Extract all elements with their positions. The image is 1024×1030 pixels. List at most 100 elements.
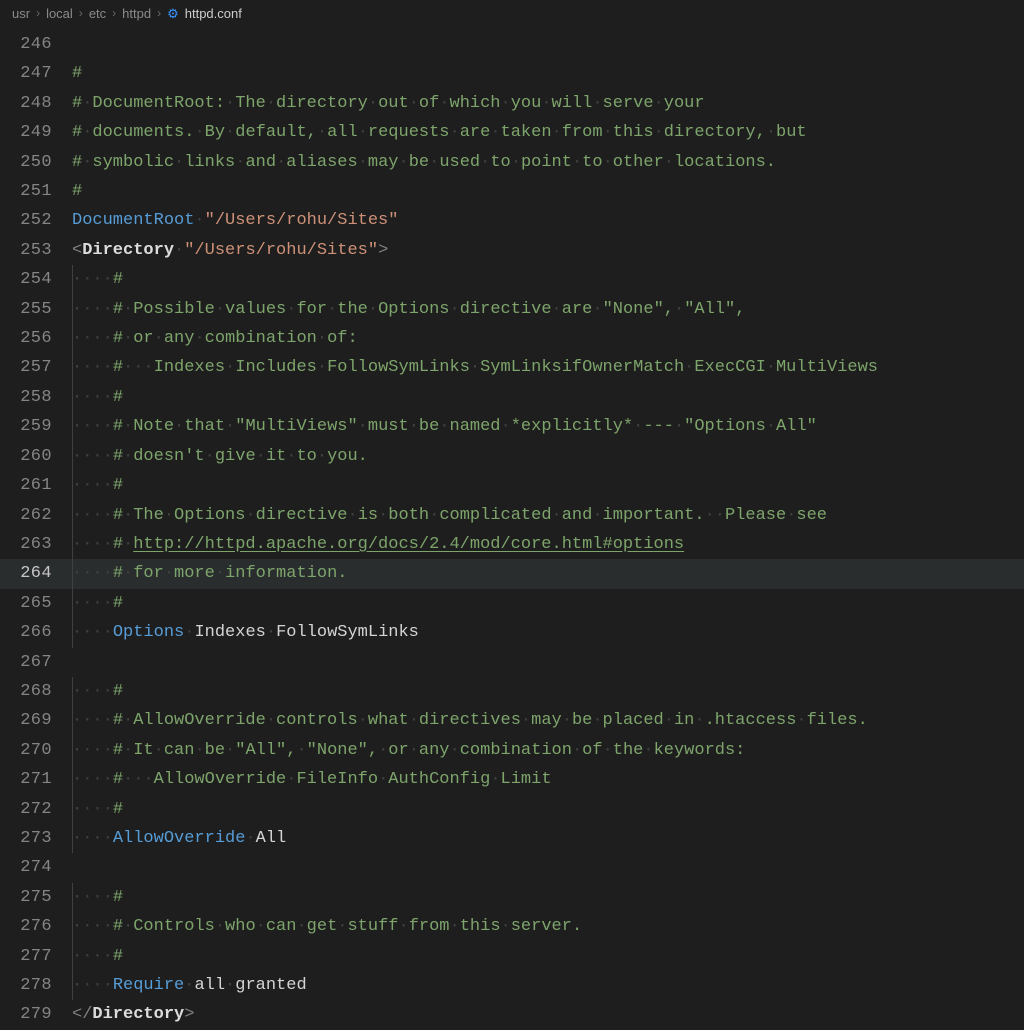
line-number[interactable]: 278 — [0, 971, 72, 1000]
code-line[interactable]: 278····Require·all·granted — [0, 971, 1024, 1000]
code-content[interactable]: ····#·doesn't·give·it·to·you. — [72, 442, 368, 471]
line-number[interactable]: 256 — [0, 324, 72, 353]
code-line[interactable]: 260····#·doesn't·give·it·to·you. — [0, 442, 1024, 471]
breadcrumb-item[interactable]: local — [46, 6, 73, 21]
line-number[interactable]: 254 — [0, 265, 72, 294]
line-number[interactable]: 260 — [0, 442, 72, 471]
line-number[interactable]: 277 — [0, 942, 72, 971]
code-content[interactable]: ····#·AllowOverride·controls·what·direct… — [72, 706, 868, 735]
line-number[interactable]: 265 — [0, 589, 72, 618]
code-content[interactable]: #·DocumentRoot:·The·directory·out·of·whi… — [72, 89, 705, 118]
code-content[interactable]: ····#·Note·that·"MultiViews"·must·be·nam… — [72, 412, 817, 441]
line-number[interactable]: 253 — [0, 236, 72, 265]
line-number[interactable]: 266 — [0, 618, 72, 647]
code-line[interactable]: 254····# — [0, 265, 1024, 294]
code-line[interactable]: 259····#·Note·that·"MultiViews"·must·be·… — [0, 412, 1024, 441]
line-number[interactable]: 272 — [0, 795, 72, 824]
line-number[interactable]: 268 — [0, 677, 72, 706]
line-number[interactable]: 247 — [0, 59, 72, 88]
code-content[interactable]: ····#···AllowOverride·FileInfo·AuthConfi… — [72, 765, 552, 794]
code-line[interactable]: 258····# — [0, 383, 1024, 412]
breadcrumb-item[interactable]: etc — [89, 6, 106, 21]
code-content[interactable]: ····Require·all·granted — [72, 971, 307, 1000]
code-content[interactable]: #·symbolic·links·and·aliases·may·be·used… — [72, 148, 776, 177]
code-content[interactable]: ····#···Indexes·Includes·FollowSymLinks·… — [72, 353, 878, 382]
code-line[interactable]: 250#·symbolic·links·and·aliases·may·be·u… — [0, 148, 1024, 177]
code-content[interactable]: ····#·Controls·who·can·get·stuff·from·th… — [72, 912, 582, 941]
line-number[interactable]: 246 — [0, 30, 72, 59]
code-content[interactable]: ····Options·Indexes·FollowSymLinks — [72, 618, 419, 647]
line-number[interactable]: 252 — [0, 206, 72, 235]
line-number[interactable]: 276 — [0, 912, 72, 941]
line-number[interactable]: 257 — [0, 353, 72, 382]
code-content[interactable]: ····# — [72, 883, 123, 912]
line-number[interactable]: 249 — [0, 118, 72, 147]
code-content[interactable]: # — [72, 177, 82, 206]
code-line[interactable]: 269····#·AllowOverride·controls·what·dir… — [0, 706, 1024, 735]
code-content[interactable]: ····#·or·any·combination·of: — [72, 324, 358, 353]
line-number[interactable]: 263 — [0, 530, 72, 559]
code-line[interactable]: 271····#···AllowOverride·FileInfo·AuthCo… — [0, 765, 1024, 794]
code-content[interactable]: ····# — [72, 942, 123, 971]
line-number[interactable]: 269 — [0, 706, 72, 735]
line-number[interactable]: 264 — [0, 559, 72, 588]
code-line[interactable]: 251# — [0, 177, 1024, 206]
line-number[interactable]: 267 — [0, 648, 72, 677]
code-line[interactable]: 263····#·http://httpd.apache.org/docs/2.… — [0, 530, 1024, 559]
code-line[interactable]: 249#·documents.·By·default,·all·requests… — [0, 118, 1024, 147]
line-number[interactable]: 279 — [0, 1000, 72, 1029]
code-line[interactable]: 247# — [0, 59, 1024, 88]
code-line[interactable]: 261····# — [0, 471, 1024, 500]
code-line[interactable]: 246 — [0, 30, 1024, 59]
line-number[interactable]: 251 — [0, 177, 72, 206]
code-content[interactable]: ····#·It·can·be·"All",·"None",·or·any·co… — [72, 736, 745, 765]
line-number[interactable]: 275 — [0, 883, 72, 912]
code-content[interactable]: # — [72, 59, 82, 88]
code-content[interactable]: ····# — [72, 589, 123, 618]
line-number[interactable]: 259 — [0, 412, 72, 441]
code-line[interactable]: 262····#·The·Options·directive·is·both·c… — [0, 501, 1024, 530]
code-content[interactable]: ····#·http://httpd.apache.org/docs/2.4/m… — [72, 530, 684, 559]
breadcrumb[interactable]: usr › local › etc › httpd › ⚙ httpd.conf — [0, 0, 1024, 26]
breadcrumb-item[interactable]: usr — [12, 6, 30, 21]
code-content[interactable]: </Directory> — [72, 1000, 194, 1029]
code-line[interactable]: 277····# — [0, 942, 1024, 971]
code-line[interactable]: 276····#·Controls·who·can·get·stuff·from… — [0, 912, 1024, 941]
code-line[interactable]: 268····# — [0, 677, 1024, 706]
code-content[interactable]: ····AllowOverride·All — [72, 824, 286, 853]
code-line[interactable]: 253<Directory·"/Users/rohu/Sites"> — [0, 236, 1024, 265]
code-line[interactable]: 252DocumentRoot·"/Users/rohu/Sites" — [0, 206, 1024, 235]
code-content[interactable]: ····#·Possible·values·for·the·Options·di… — [72, 295, 745, 324]
code-line[interactable]: 272····# — [0, 795, 1024, 824]
line-number[interactable]: 248 — [0, 89, 72, 118]
code-content[interactable]: <Directory·"/Users/rohu/Sites"> — [72, 236, 388, 265]
line-number[interactable]: 270 — [0, 736, 72, 765]
code-content[interactable]: DocumentRoot·"/Users/rohu/Sites" — [72, 206, 398, 235]
code-line[interactable]: 264····#·for·more·information. — [0, 559, 1024, 588]
code-editor[interactable]: 246247#248#·DocumentRoot:·The·directory·… — [0, 26, 1024, 1030]
code-content[interactable]: ····#·for·more·information. — [72, 559, 347, 588]
code-line[interactable]: 270····#·It·can·be·"All",·"None",·or·any… — [0, 736, 1024, 765]
code-line[interactable]: 267 — [0, 648, 1024, 677]
breadcrumb-current[interactable]: httpd.conf — [185, 6, 242, 21]
line-number[interactable]: 255 — [0, 295, 72, 324]
line-number[interactable]: 273 — [0, 824, 72, 853]
code-content[interactable]: #·documents.·By·default,·all·requests·ar… — [72, 118, 807, 147]
code-line[interactable]: 274 — [0, 853, 1024, 882]
breadcrumb-item[interactable]: httpd — [122, 6, 151, 21]
code-content[interactable]: ····# — [72, 795, 123, 824]
code-line[interactable]: 257····#···Indexes·Includes·FollowSymLin… — [0, 353, 1024, 382]
line-number[interactable]: 274 — [0, 853, 72, 882]
code-content[interactable]: ····#·The·Options·directive·is·both·comp… — [72, 501, 827, 530]
code-line[interactable]: 273····AllowOverride·All — [0, 824, 1024, 853]
code-line[interactable]: 255····#·Possible·values·for·the·Options… — [0, 295, 1024, 324]
code-content[interactable]: ····# — [72, 677, 123, 706]
line-number[interactable]: 271 — [0, 765, 72, 794]
line-number[interactable]: 250 — [0, 148, 72, 177]
code-line[interactable]: 279</Directory> — [0, 1000, 1024, 1029]
code-line[interactable]: 248#·DocumentRoot:·The·directory·out·of·… — [0, 89, 1024, 118]
code-line[interactable]: 265····# — [0, 589, 1024, 618]
code-line[interactable]: 256····#·or·any·combination·of: — [0, 324, 1024, 353]
code-line[interactable]: 266····Options·Indexes·FollowSymLinks — [0, 618, 1024, 647]
code-content[interactable]: ····# — [72, 383, 123, 412]
